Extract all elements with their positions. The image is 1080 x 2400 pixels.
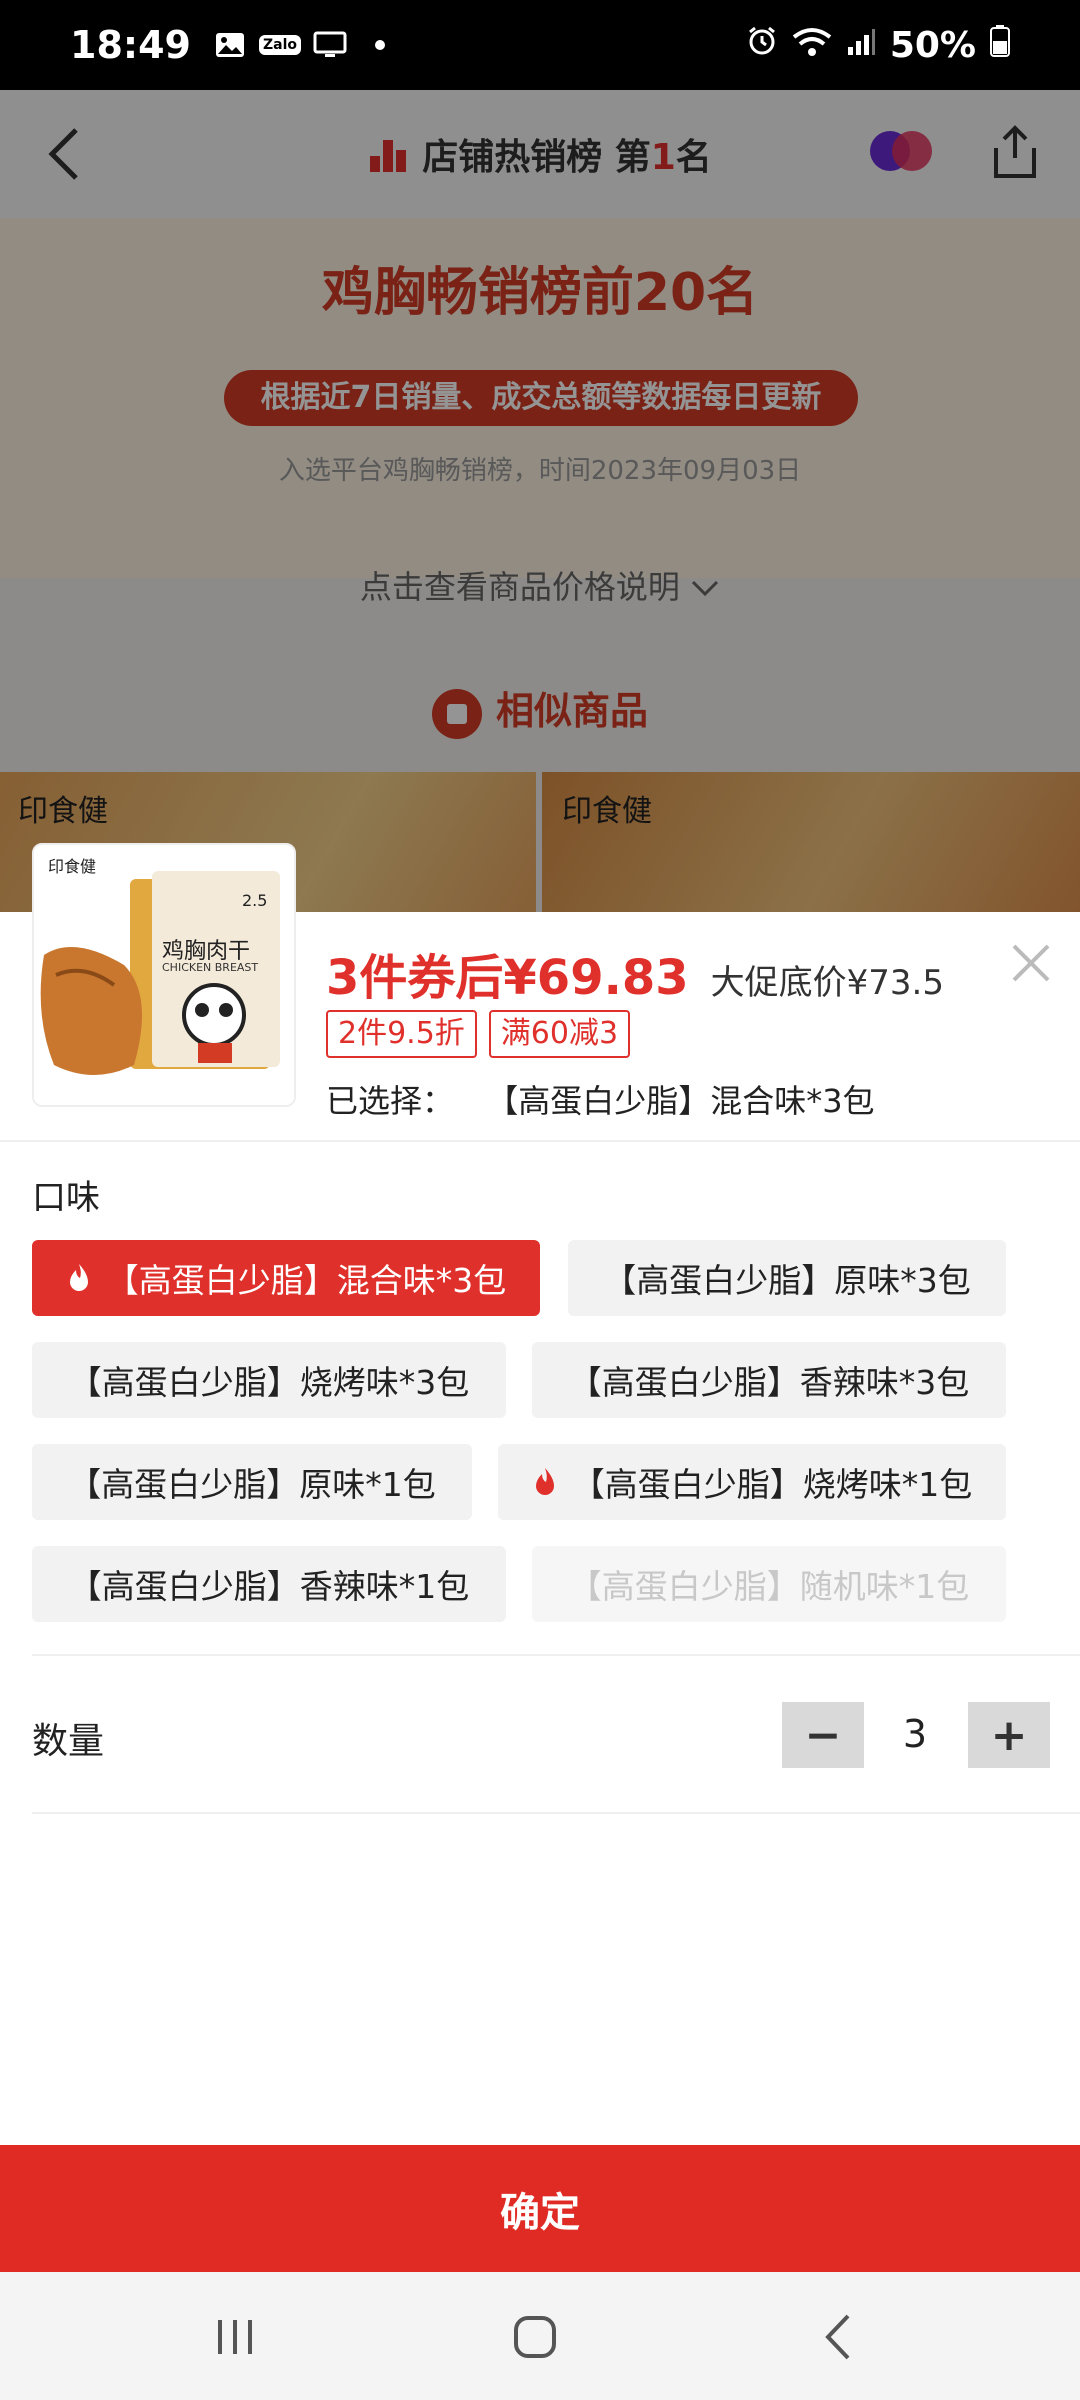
recent-apps-icon[interactable] — [200, 2302, 270, 2372]
home-icon[interactable] — [500, 2302, 570, 2372]
selected-value: 【高蛋白少脂】混合味*3包 — [486, 1082, 875, 1120]
alarm-icon — [746, 25, 778, 66]
confirm-button[interactable]: 确定 — [0, 2145, 1080, 2272]
flame-icon — [532, 1466, 558, 1498]
discount-tag: 2件9.5折 — [326, 1010, 477, 1058]
flavor-option-disabled: 【高蛋白少脂】随机味*1包 — [532, 1546, 1006, 1622]
product-image-brand: 印食健 — [48, 857, 97, 876]
discount-tags: 2件9.5折 满60减3 — [326, 1010, 631, 1058]
product-image[interactable]: 鸡胸肉干 CHICKEN BREAST 2.5 印食健 — [32, 843, 296, 1107]
wifi-icon — [792, 25, 832, 66]
dot-icon — [363, 30, 397, 60]
flavor-option[interactable]: 【高蛋白少脂】原味*3包 — [568, 1240, 1006, 1316]
modal-backdrop[interactable] — [0, 90, 1080, 912]
product-image-en: CHICKEN BREAST — [162, 961, 259, 974]
flavor-option[interactable]: 【高蛋白少脂】烧烤味*3包 — [32, 1342, 506, 1418]
screen-cast-icon — [313, 30, 347, 60]
flavor-option-label: 【高蛋白少脂】混合味*3包 — [105, 1261, 507, 1300]
flavor-option-label: 【高蛋白少脂】随机味*1包 — [568, 1567, 970, 1606]
signal-icon — [846, 25, 876, 66]
coupon-price: 3件券后¥69.83 — [326, 950, 689, 1006]
selected-label: 已选择： — [326, 1082, 455, 1120]
flavor-option-label: 【高蛋白少脂】原味*1包 — [68, 1465, 436, 1504]
divider — [32, 1654, 1080, 1656]
quantity-value[interactable]: 3 — [880, 1712, 950, 1756]
battery-icon — [990, 24, 1010, 66]
zalo-icon: Zalo — [258, 30, 301, 60]
close-icon[interactable] — [1006, 938, 1056, 988]
flavor-option[interactable]: 【高蛋白少脂】原味*1包 — [32, 1444, 472, 1520]
divider — [32, 1812, 1080, 1814]
back-icon[interactable] — [804, 2302, 874, 2372]
flavor-option[interactable]: 【高蛋白少脂】烧烤味*1包 — [498, 1444, 1006, 1520]
flavor-option-label: 【高蛋白少脂】香辣味*1包 — [68, 1567, 470, 1606]
gallery-icon — [213, 30, 247, 60]
flame-icon — [66, 1262, 92, 1294]
battery-level: 50% — [889, 24, 976, 66]
flavor-option-label: 【高蛋白少脂】烧烤味*3包 — [68, 1363, 470, 1402]
flavor-option[interactable]: 【高蛋白少脂】混合味*3包 — [32, 1240, 540, 1316]
status-bar: 18:49 Zalo 50% — [0, 0, 1080, 90]
quantity-increase-button[interactable]: + — [968, 1702, 1050, 1768]
flavor-option-label: 【高蛋白少脂】原味*3包 — [603, 1261, 971, 1300]
flavor-option[interactable]: 【高蛋白少脂】香辣味*1包 — [32, 1546, 506, 1622]
status-time: 18:49 — [70, 23, 191, 67]
quantity-decrease-button[interactable]: − — [782, 1702, 864, 1768]
flavor-option[interactable]: 【高蛋白少脂】香辣味*3包 — [532, 1342, 1006, 1418]
flavor-option-label: 【高蛋白少脂】烧烤味*1包 — [571, 1465, 973, 1504]
flavor-option-label: 【高蛋白少脂】香辣味*3包 — [568, 1363, 970, 1402]
system-nav-bar — [0, 2272, 1080, 2400]
product-image-weight: 2.5 — [242, 891, 268, 910]
price-line: 3件券后¥69.83 大促底价¥73.5 — [326, 938, 944, 1008]
promo-base-price: 大促底价¥73.5 — [710, 963, 944, 1003]
divider — [0, 1140, 1080, 1142]
flavor-section-title: 口味 — [32, 1178, 100, 1218]
discount-tag: 满60减3 — [488, 1010, 631, 1058]
quantity-label: 数量 — [32, 1721, 105, 1762]
selected-sku: 已选择： 【高蛋白少脂】混合味*3包 — [326, 1076, 875, 1122]
sku-selector-sheet: 鸡胸肉干 CHICKEN BREAST 2.5 印食健 3件券后¥69.83 大… — [0, 843, 1080, 2272]
